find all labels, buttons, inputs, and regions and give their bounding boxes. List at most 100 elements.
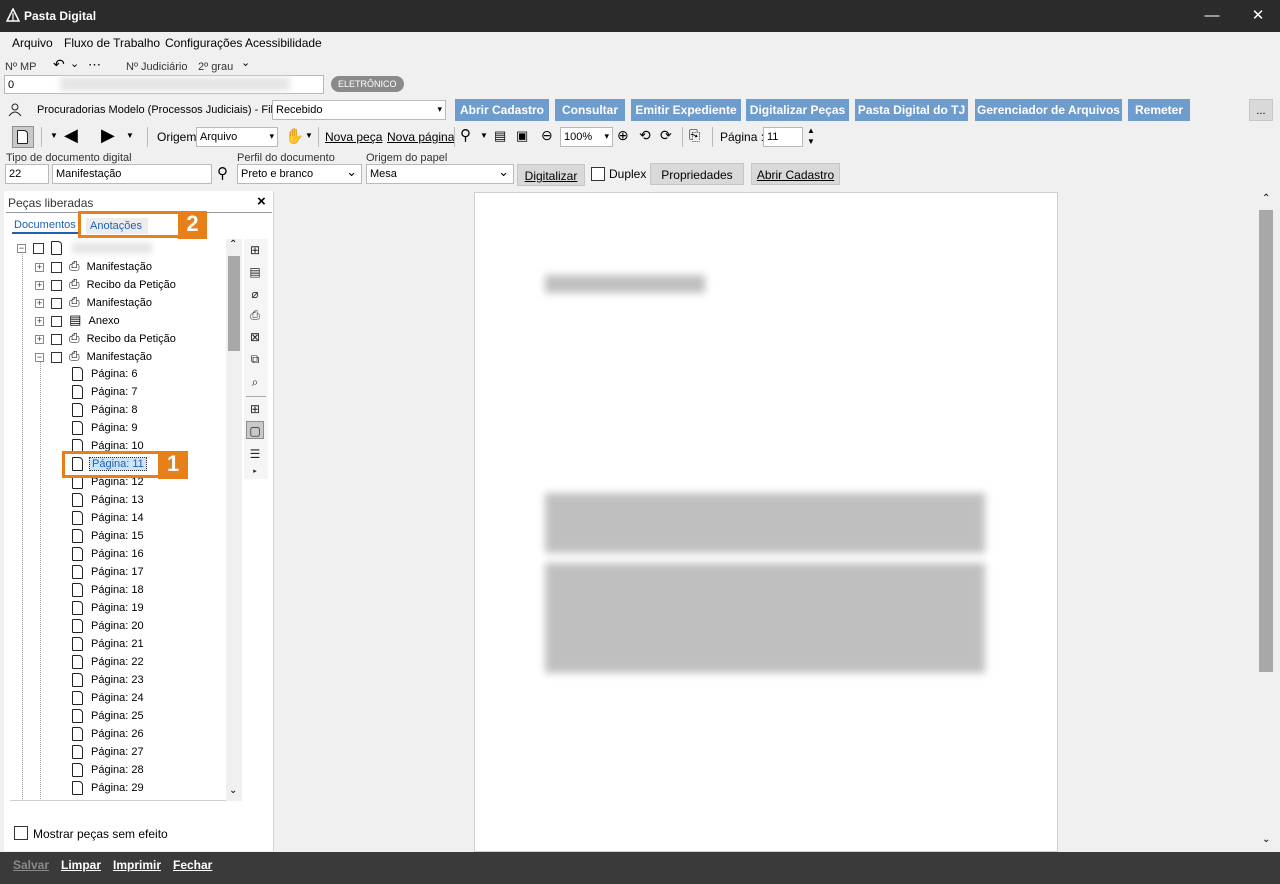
tree-page[interactable]: Página: 26 [58,725,144,743]
panel-close-icon[interactable]: × [257,193,266,210]
fechar-button[interactable]: Fechar [173,858,212,872]
fit-width-icon[interactable]: ▤ [494,128,506,144]
tree-page[interactable]: Página: 9 [58,419,137,437]
page-note-icon[interactable]: ▢ [246,421,264,439]
search-doc-icon[interactable]: ⌕ [246,373,264,391]
nova-peca-button[interactable]: Nova peça [325,130,382,144]
chevron-down-icon[interactable]: ⌄ [70,57,79,70]
limpar-button[interactable]: Limpar [61,858,101,872]
emitir-expediente-button[interactable]: Emitir Expediente [631,99,741,121]
tree-page[interactable]: Página: 27 [58,743,144,761]
scroll-down-icon[interactable]: ⌄ [229,785,237,796]
page-up-icon[interactable]: ▲ [807,126,815,135]
tree-view-icon[interactable]: ⊞ [246,241,264,259]
next-dropdown-icon[interactable]: ▼ [126,131,134,140]
tree-page[interactable]: Página: 20 [58,617,144,635]
salvar-button[interactable]: Salvar [13,858,49,872]
consultar-button[interactable]: Consultar [555,99,625,121]
tree-page[interactable]: Página: 7 [58,383,137,401]
rotate-left-icon[interactable]: ⟲ [639,127,651,144]
tree-page[interactable]: Página: 19 [58,599,144,617]
next-page-icon[interactable]: ▶ [101,125,115,146]
page-settings-icon[interactable]: ⎘ [689,127,700,144]
attach-icon[interactable]: ⌀ [246,285,264,303]
abrir-cadastro-digitize-button[interactable]: Abrir Cadastro [751,163,840,185]
root-checkbox[interactable] [33,242,45,254]
viewer-scroll-down-icon[interactable]: ⌄ [1262,834,1270,845]
tree-page[interactable]: Página: 22 [58,653,144,671]
remeter-button[interactable]: Remeter [1128,99,1190,121]
origem-papel-select[interactable]: Mesa ⌄ [366,164,514,184]
remove-doc-icon[interactable]: ⊠ [246,328,264,346]
certificate-icon[interactable]: ⎙ [246,306,264,324]
collapse-icon[interactable]: − [17,243,26,253]
nova-pagina-button[interactable]: Nova página [387,130,454,144]
gerenciador-arquivos-button[interactable]: Gerenciador de Arquivos [975,99,1122,121]
tipo-value-input[interactable]: Manifestação [52,164,212,184]
tree-page[interactable]: Página: 14 [58,509,144,527]
origem-select[interactable]: Arquivo ▾ [196,127,278,147]
hand-dropdown-icon[interactable]: ▼ [305,131,313,140]
tree-page[interactable]: Página: 29 [58,779,144,797]
tree-page[interactable]: Página: 23 [58,671,144,689]
expand-icon[interactable]: + [35,298,44,308]
more-icon[interactable]: ⋯ [88,57,101,73]
scroll-up-icon[interactable]: ⌃ [229,239,237,250]
collapse-icon[interactable]: − [35,352,44,362]
pasta-digital-tj-button[interactable]: Pasta Digital do TJ [855,99,968,121]
undo-icon[interactable]: ↶ [53,56,65,73]
tree-page[interactable]: Página: 18 [58,581,144,599]
digitalizar-button[interactable]: Digitalizar [517,164,585,186]
menu-configuracoes[interactable]: Configurações [165,36,242,50]
menu-arquivo[interactable]: Arquivo [12,36,53,50]
abrir-cadastro-button[interactable]: Abrir Cadastro [455,99,549,121]
document-checkbox[interactable] [51,351,63,363]
pagina-input[interactable]: 11 [763,127,803,147]
zoom-in-icon[interactable]: ⊕ [617,127,629,144]
tree-page[interactable]: Página: 8 [58,401,137,419]
page-list-icon[interactable]: ☰ [246,445,264,463]
copy-doc-icon[interactable]: ⧉ [246,350,264,368]
document-checkbox[interactable] [51,315,63,327]
tree-document[interactable]: + ⎙ Manifestação [35,293,152,311]
search-icon[interactable]: ⚲ [460,126,471,144]
tree-page[interactable]: Página: 28 [58,761,144,779]
tipo-search-icon[interactable]: ⚲ [217,164,228,182]
zoom-select[interactable]: 100% ▾ [560,127,613,147]
tree-page[interactable]: Página: 21 [58,635,144,653]
more-options-button[interactable]: ... [1249,99,1273,121]
zoom-out-icon[interactable]: ⊖ [541,127,553,144]
duplex-checkbox[interactable] [591,167,605,181]
digitalizar-pecas-button[interactable]: Digitalizar Peças [746,99,849,121]
mostrar-sem-efeito-checkbox[interactable] [14,826,28,840]
tree-document[interactable]: + ⎙ Recibo da Petição [35,275,176,293]
tree-page[interactable]: Página: 15 [58,527,144,545]
tree-page[interactable]: Página: 16 [58,545,144,563]
add-page-icon[interactable]: ⊞ [246,400,264,418]
expand-icon[interactable]: + [35,316,44,326]
tab-documentos[interactable]: Documentos [14,219,76,231]
search-dropdown-icon[interactable]: ▼ [480,131,488,140]
tree-document[interactable]: + ⎙ Recibo da Petição [35,329,176,347]
list-view-icon[interactable]: ▤ [246,263,264,281]
menu-fluxo-de-trabalho[interactable]: Fluxo de Trabalho [64,36,160,50]
tipo-code-input[interactable]: 22 [5,164,49,184]
rotate-right-icon[interactable]: ⟳ [660,127,672,144]
expand-icon[interactable]: + [35,262,44,272]
tree-root[interactable]: − [17,239,63,257]
viewer-scroll-up-icon[interactable]: ⌃ [1262,193,1270,204]
page-down-icon[interactable]: ▼ [807,137,815,146]
document-checkbox[interactable] [51,279,63,291]
hand-icon[interactable]: ✋ [285,127,304,145]
perfil-select[interactable]: Preto e branco ⌄ [237,164,362,184]
tree-scrollbar-thumb[interactable] [228,256,240,351]
tree-document[interactable]: + ▤ Anexo [35,311,120,329]
fit-page-icon[interactable]: ▣ [516,128,528,144]
tree-page[interactable]: Página: 13 [58,491,144,509]
document-checkbox[interactable] [51,333,63,345]
page-mode-toggle[interactable] [12,126,34,148]
tree-document[interactable]: + ⎙ Manifestação [35,257,152,275]
tree-page[interactable]: Página: 17 [58,563,144,581]
minimize-icon[interactable]: — [1197,6,1227,26]
grade-chevron-icon[interactable]: ⌄ [241,56,250,69]
